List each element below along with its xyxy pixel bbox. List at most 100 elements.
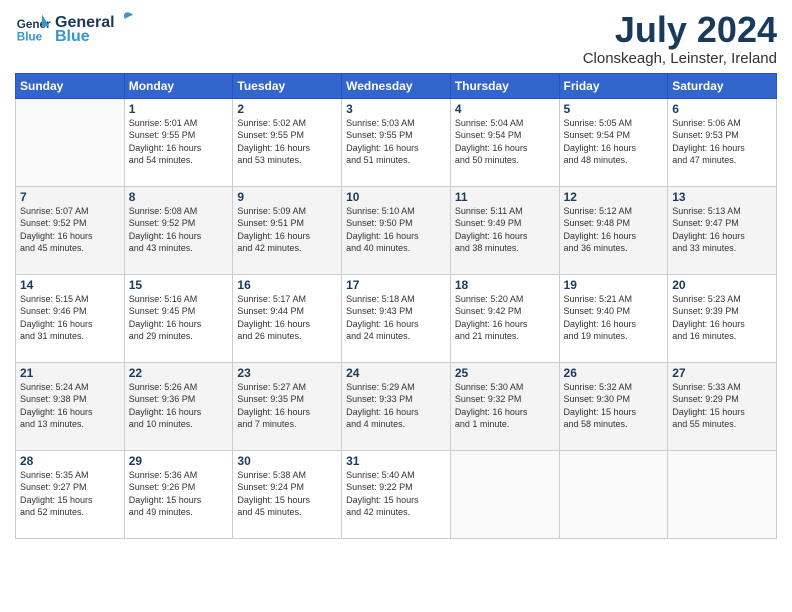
calendar-cell: 13Sunrise: 5:13 AM Sunset: 9:47 PM Dayli… xyxy=(668,186,777,274)
calendar-cell: 21Sunrise: 5:24 AM Sunset: 9:38 PM Dayli… xyxy=(16,362,125,450)
day-info: Sunrise: 5:02 AM Sunset: 9:55 PM Dayligh… xyxy=(237,117,337,167)
day-number: 20 xyxy=(672,278,772,292)
calendar-cell: 30Sunrise: 5:38 AM Sunset: 9:24 PM Dayli… xyxy=(233,450,342,538)
day-number: 12 xyxy=(564,190,664,204)
day-info: Sunrise: 5:23 AM Sunset: 9:39 PM Dayligh… xyxy=(672,293,772,343)
day-number: 11 xyxy=(455,190,555,204)
calendar-cell: 1Sunrise: 5:01 AM Sunset: 9:55 PM Daylig… xyxy=(124,98,233,186)
calendar-cell: 18Sunrise: 5:20 AM Sunset: 9:42 PM Dayli… xyxy=(450,274,559,362)
calendar-cell: 15Sunrise: 5:16 AM Sunset: 9:45 PM Dayli… xyxy=(124,274,233,362)
day-number: 18 xyxy=(455,278,555,292)
calendar-cell: 27Sunrise: 5:33 AM Sunset: 9:29 PM Dayli… xyxy=(668,362,777,450)
day-number: 28 xyxy=(20,454,120,468)
calendar-cell: 7Sunrise: 5:07 AM Sunset: 9:52 PM Daylig… xyxy=(16,186,125,274)
day-number: 14 xyxy=(20,278,120,292)
day-number: 30 xyxy=(237,454,337,468)
header-cell-sunday: Sunday xyxy=(16,73,125,98)
day-info: Sunrise: 5:16 AM Sunset: 9:45 PM Dayligh… xyxy=(129,293,229,343)
day-info: Sunrise: 5:12 AM Sunset: 9:48 PM Dayligh… xyxy=(564,205,664,255)
day-info: Sunrise: 5:26 AM Sunset: 9:36 PM Dayligh… xyxy=(129,381,229,431)
calendar-cell: 5Sunrise: 5:05 AM Sunset: 9:54 PM Daylig… xyxy=(559,98,668,186)
day-info: Sunrise: 5:17 AM Sunset: 9:44 PM Dayligh… xyxy=(237,293,337,343)
calendar-week-2: 7Sunrise: 5:07 AM Sunset: 9:52 PM Daylig… xyxy=(16,186,777,274)
month-title: July 2024 xyxy=(583,10,777,50)
day-info: Sunrise: 5:03 AM Sunset: 9:55 PM Dayligh… xyxy=(346,117,446,167)
calendar-header-row: SundayMondayTuesdayWednesdayThursdayFrid… xyxy=(16,73,777,98)
calendar-cell: 25Sunrise: 5:30 AM Sunset: 9:32 PM Dayli… xyxy=(450,362,559,450)
day-number: 10 xyxy=(346,190,446,204)
day-number: 16 xyxy=(237,278,337,292)
day-number: 7 xyxy=(20,190,120,204)
day-number: 24 xyxy=(346,366,446,380)
day-info: Sunrise: 5:07 AM Sunset: 9:52 PM Dayligh… xyxy=(20,205,120,255)
day-info: Sunrise: 5:36 AM Sunset: 9:26 PM Dayligh… xyxy=(129,469,229,519)
day-info: Sunrise: 5:32 AM Sunset: 9:30 PM Dayligh… xyxy=(564,381,664,431)
day-number: 23 xyxy=(237,366,337,380)
calendar-cell: 2Sunrise: 5:02 AM Sunset: 9:55 PM Daylig… xyxy=(233,98,342,186)
day-number: 17 xyxy=(346,278,446,292)
day-info: Sunrise: 5:09 AM Sunset: 9:51 PM Dayligh… xyxy=(237,205,337,255)
calendar-week-5: 28Sunrise: 5:35 AM Sunset: 9:27 PM Dayli… xyxy=(16,450,777,538)
calendar-cell: 10Sunrise: 5:10 AM Sunset: 9:50 PM Dayli… xyxy=(342,186,451,274)
calendar-cell: 6Sunrise: 5:06 AM Sunset: 9:53 PM Daylig… xyxy=(668,98,777,186)
day-info: Sunrise: 5:20 AM Sunset: 9:42 PM Dayligh… xyxy=(455,293,555,343)
svg-text:Blue: Blue xyxy=(17,31,43,44)
header-cell-wednesday: Wednesday xyxy=(342,73,451,98)
day-info: Sunrise: 5:11 AM Sunset: 9:49 PM Dayligh… xyxy=(455,205,555,255)
calendar-cell xyxy=(559,450,668,538)
day-info: Sunrise: 5:18 AM Sunset: 9:43 PM Dayligh… xyxy=(346,293,446,343)
calendar-cell: 29Sunrise: 5:36 AM Sunset: 9:26 PM Dayli… xyxy=(124,450,233,538)
calendar-cell: 22Sunrise: 5:26 AM Sunset: 9:36 PM Dayli… xyxy=(124,362,233,450)
day-info: Sunrise: 5:29 AM Sunset: 9:33 PM Dayligh… xyxy=(346,381,446,431)
logo-icon: General Blue xyxy=(15,10,51,46)
day-info: Sunrise: 5:01 AM Sunset: 9:55 PM Dayligh… xyxy=(129,117,229,167)
header-cell-monday: Monday xyxy=(124,73,233,98)
day-info: Sunrise: 5:24 AM Sunset: 9:38 PM Dayligh… xyxy=(20,381,120,431)
header-cell-tuesday: Tuesday xyxy=(233,73,342,98)
header-cell-saturday: Saturday xyxy=(668,73,777,98)
day-info: Sunrise: 5:13 AM Sunset: 9:47 PM Dayligh… xyxy=(672,205,772,255)
calendar-cell: 3Sunrise: 5:03 AM Sunset: 9:55 PM Daylig… xyxy=(342,98,451,186)
calendar-cell: 26Sunrise: 5:32 AM Sunset: 9:30 PM Dayli… xyxy=(559,362,668,450)
day-number: 25 xyxy=(455,366,555,380)
logo-bird-icon xyxy=(115,11,135,27)
day-info: Sunrise: 5:21 AM Sunset: 9:40 PM Dayligh… xyxy=(564,293,664,343)
day-number: 2 xyxy=(237,102,337,116)
day-number: 31 xyxy=(346,454,446,468)
day-number: 19 xyxy=(564,278,664,292)
calendar-week-4: 21Sunrise: 5:24 AM Sunset: 9:38 PM Dayli… xyxy=(16,362,777,450)
day-number: 21 xyxy=(20,366,120,380)
calendar-cell: 17Sunrise: 5:18 AM Sunset: 9:43 PM Dayli… xyxy=(342,274,451,362)
day-number: 1 xyxy=(129,102,229,116)
day-info: Sunrise: 5:15 AM Sunset: 9:46 PM Dayligh… xyxy=(20,293,120,343)
calendar-week-1: 1Sunrise: 5:01 AM Sunset: 9:55 PM Daylig… xyxy=(16,98,777,186)
day-info: Sunrise: 5:30 AM Sunset: 9:32 PM Dayligh… xyxy=(455,381,555,431)
header: General Blue General Blue July 2024 Clon… xyxy=(15,10,777,67)
day-info: Sunrise: 5:38 AM Sunset: 9:24 PM Dayligh… xyxy=(237,469,337,519)
logo: General Blue General Blue xyxy=(15,10,135,46)
calendar-cell: 12Sunrise: 5:12 AM Sunset: 9:48 PM Dayli… xyxy=(559,186,668,274)
day-info: Sunrise: 5:27 AM Sunset: 9:35 PM Dayligh… xyxy=(237,381,337,431)
day-number: 3 xyxy=(346,102,446,116)
calendar-cell: 9Sunrise: 5:09 AM Sunset: 9:51 PM Daylig… xyxy=(233,186,342,274)
header-cell-friday: Friday xyxy=(559,73,668,98)
calendar-cell: 31Sunrise: 5:40 AM Sunset: 9:22 PM Dayli… xyxy=(342,450,451,538)
day-info: Sunrise: 5:04 AM Sunset: 9:54 PM Dayligh… xyxy=(455,117,555,167)
header-cell-thursday: Thursday xyxy=(450,73,559,98)
calendar-week-3: 14Sunrise: 5:15 AM Sunset: 9:46 PM Dayli… xyxy=(16,274,777,362)
calendar-table: SundayMondayTuesdayWednesdayThursdayFrid… xyxy=(15,73,777,539)
calendar-cell: 28Sunrise: 5:35 AM Sunset: 9:27 PM Dayli… xyxy=(16,450,125,538)
day-number: 27 xyxy=(672,366,772,380)
day-number: 5 xyxy=(564,102,664,116)
day-number: 8 xyxy=(129,190,229,204)
calendar-cell: 24Sunrise: 5:29 AM Sunset: 9:33 PM Dayli… xyxy=(342,362,451,450)
calendar-cell xyxy=(668,450,777,538)
day-number: 26 xyxy=(564,366,664,380)
title-area: July 2024 Clonskeagh, Leinster, Ireland xyxy=(583,10,777,67)
logo-blue: Blue xyxy=(55,28,135,46)
calendar-cell: 8Sunrise: 5:08 AM Sunset: 9:52 PM Daylig… xyxy=(124,186,233,274)
calendar-body: 1Sunrise: 5:01 AM Sunset: 9:55 PM Daylig… xyxy=(16,98,777,538)
day-number: 9 xyxy=(237,190,337,204)
calendar-cell: 23Sunrise: 5:27 AM Sunset: 9:35 PM Dayli… xyxy=(233,362,342,450)
day-number: 29 xyxy=(129,454,229,468)
